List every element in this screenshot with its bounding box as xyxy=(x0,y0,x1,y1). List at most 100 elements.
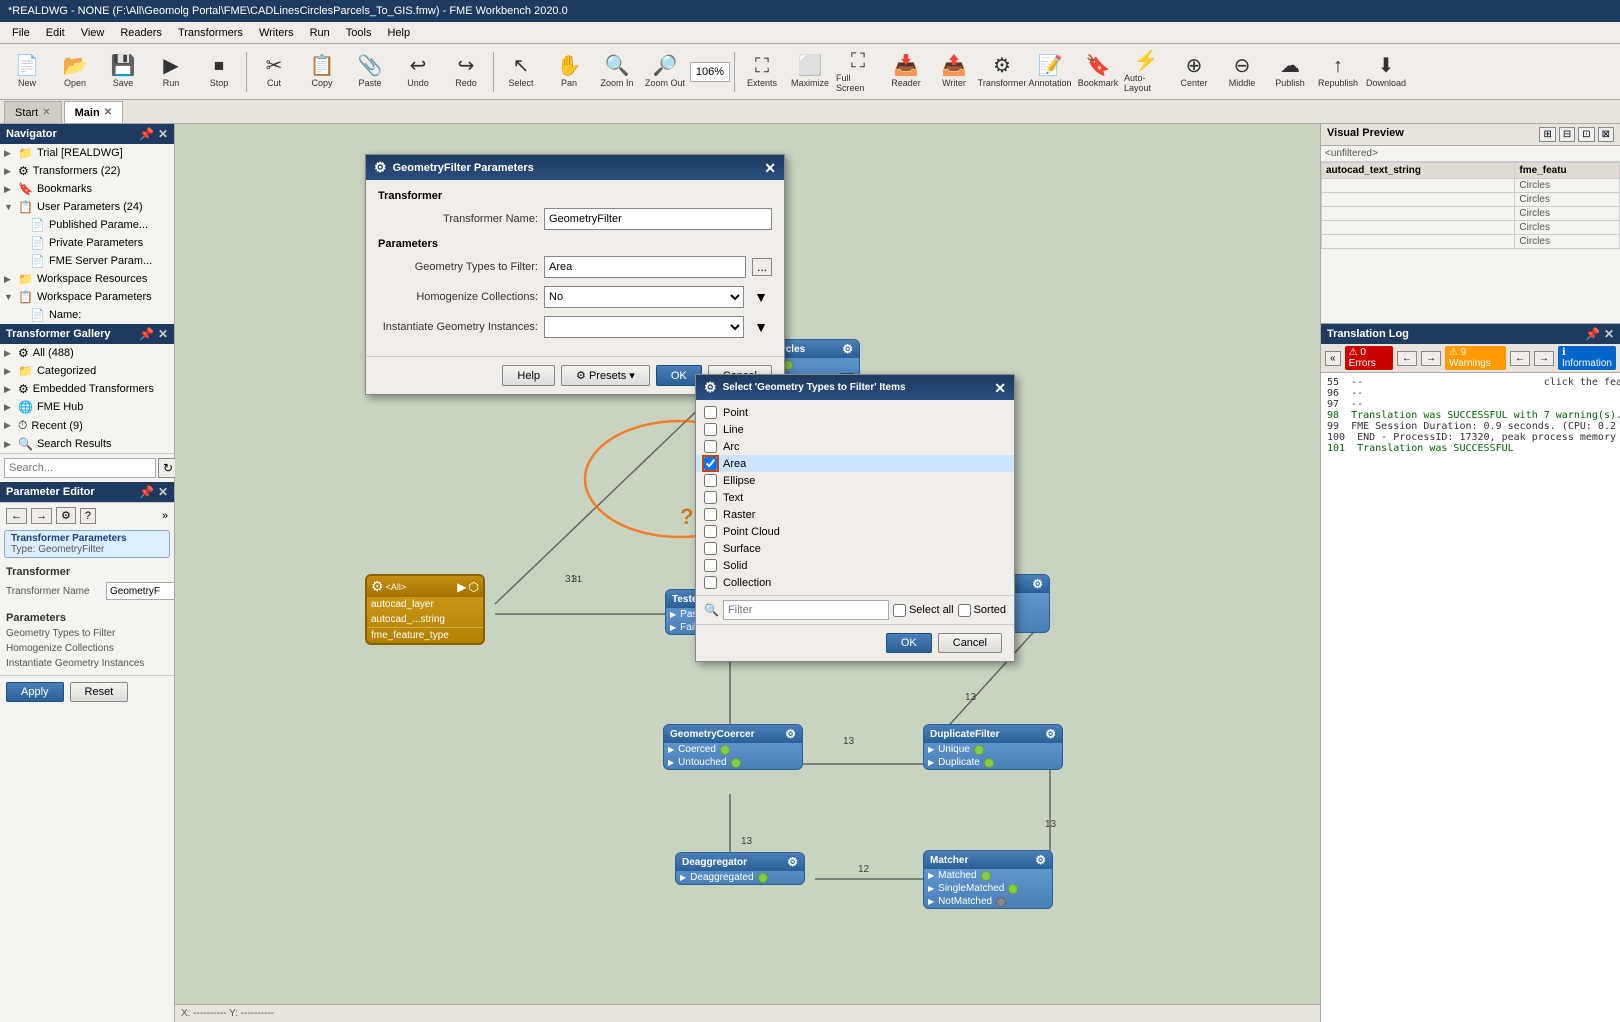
transformer-search-input[interactable] xyxy=(4,458,156,478)
checkbox-point[interactable]: Point xyxy=(696,404,1014,421)
cb-input-ellipse[interactable] xyxy=(704,474,717,487)
vp-btn4[interactable]: ⊠ xyxy=(1598,127,1614,142)
log-collapse[interactable]: « xyxy=(1325,351,1341,366)
tg-item-all488[interactable]: ▶⚙All (488) xyxy=(0,344,174,362)
pe-help-btn[interactable]: ? xyxy=(80,508,96,524)
tab-main[interactable]: Main✕ xyxy=(64,101,123,123)
menu-item-view[interactable]: View xyxy=(73,25,113,41)
navigator-pin[interactable]: 📌 xyxy=(139,127,154,141)
log-next-error[interactable]: → xyxy=(1421,351,1441,366)
pe-gear-btn[interactable]: ⚙ xyxy=(56,507,76,524)
sg-filter-input[interactable] xyxy=(723,600,889,620)
nav-item-trialrealdwg[interactable]: ▶📁Trial [REALDWG] xyxy=(0,144,174,162)
toolbar-btn-republish[interactable]: ↑Republish xyxy=(1315,47,1361,97)
pe-expand-btn[interactable]: » xyxy=(162,510,168,522)
toolbar-btn-zoom-out[interactable]: 🔎Zoom Out xyxy=(642,47,688,97)
checkbox-area[interactable]: Area xyxy=(696,455,1014,472)
toolbar-btn-pan[interactable]: ✋Pan xyxy=(546,47,592,97)
sg-sorted-checkbox[interactable] xyxy=(958,604,971,617)
nav-item-transformers22[interactable]: ▶⚙Transformers (22) xyxy=(0,162,174,180)
gf-presets-btn[interactable]: ⚙ Presets ▾ xyxy=(561,365,650,386)
toolbar-btn-transformer[interactable]: ⚙Transformer xyxy=(979,47,1025,97)
checkbox-surface[interactable]: Surface xyxy=(696,540,1014,557)
nav-item-userparameters24[interactable]: ▼📋User Parameters (24) xyxy=(0,198,174,216)
toolbar-btn-extents[interactable]: ⛶Extents xyxy=(739,47,785,97)
menu-item-readers[interactable]: Readers xyxy=(112,25,170,41)
toolbar-btn-save[interactable]: 💾Save xyxy=(100,47,146,97)
log-prev-warn[interactable]: ← xyxy=(1510,351,1530,366)
toolbar-btn-stop[interactable]: ⏹Stop xyxy=(196,47,242,97)
log-prev-error[interactable]: ← xyxy=(1397,351,1417,366)
geometry-coercer-node[interactable]: GeometryCoercer ⚙ ▶ Coerced ▶ Untouched xyxy=(663,724,803,770)
nav-item-workspaceresources[interactable]: ▶📁Workspace Resources xyxy=(0,270,174,288)
matcher-node[interactable]: Matcher ⚙ ▶ Matched ▶ SingleMatched ▶ No… xyxy=(923,850,1053,909)
gf-instantiate-dropdown[interactable]: ▼ xyxy=(750,319,772,335)
tg-item-fmehub[interactable]: ▶🌐FME Hub xyxy=(0,398,174,416)
cb-input-surface[interactable] xyxy=(704,542,717,555)
toolbar-btn-new[interactable]: 📄New xyxy=(4,47,50,97)
zoom-input[interactable] xyxy=(690,62,730,82)
source-node[interactable]: ⚙ <All> ▶ ⬡ autocad_layer autocad_...str… xyxy=(365,574,485,645)
checkbox-ellipse[interactable]: Ellipse xyxy=(696,472,1014,489)
cb-input-raster[interactable] xyxy=(704,508,717,521)
gf-homogenize-select[interactable]: No Yes xyxy=(544,286,744,308)
cb-input-collection[interactable] xyxy=(704,576,717,589)
menu-item-edit[interactable]: Edit xyxy=(38,25,73,41)
cb-input-area[interactable] xyxy=(704,457,717,470)
gf-help-btn[interactable]: Help xyxy=(502,365,555,386)
cb-input-line[interactable] xyxy=(704,423,717,436)
nav-item-workspaceparameters[interactable]: ▼📋Workspace Parameters xyxy=(0,288,174,306)
apply-button[interactable]: Apply xyxy=(6,682,64,702)
toolbar-btn-autolayout[interactable]: ⚡Auto-Layout xyxy=(1123,47,1169,97)
tg-item-recent9[interactable]: ▶⏱Recent (9) xyxy=(0,416,174,435)
transformer-name-field[interactable] xyxy=(106,582,174,600)
toolbar-btn-annotation[interactable]: 📝Annotation xyxy=(1027,47,1073,97)
vp-btn2[interactable]: ⊟ xyxy=(1559,127,1575,142)
checkbox-solid[interactable]: Solid xyxy=(696,557,1014,574)
tg-close[interactable]: ✕ xyxy=(158,327,168,341)
log-next-warn[interactable]: → xyxy=(1534,351,1554,366)
pe-pin[interactable]: 📌 xyxy=(139,485,154,499)
toolbar-btn-select[interactable]: ↖Select xyxy=(498,47,544,97)
toolbar-btn-zoom-in[interactable]: 🔍Zoom In xyxy=(594,47,640,97)
menu-item-tools[interactable]: Tools xyxy=(338,25,380,41)
toolbar-btn-maximize[interactable]: ⬜Maximize xyxy=(787,47,833,97)
gf-homogenize-dropdown[interactable]: ▼ xyxy=(750,289,772,305)
checkbox-line[interactable]: Line xyxy=(696,421,1014,438)
tab-close-start[interactable]: ✕ xyxy=(42,107,50,118)
gf-name-input[interactable] xyxy=(544,208,772,230)
toolbar-btn-center[interactable]: ⊕Center xyxy=(1171,47,1217,97)
checkbox-raster[interactable]: Raster xyxy=(696,506,1014,523)
cb-input-text[interactable] xyxy=(704,491,717,504)
nav-item-fmeserverparam[interactable]: 📄FME Server Param... xyxy=(0,252,174,270)
vp-btn1[interactable]: ⊞ xyxy=(1539,127,1555,142)
cb-input-point cloud[interactable] xyxy=(704,525,717,538)
cb-input-arc[interactable] xyxy=(704,440,717,453)
toolbar-btn-fullscreen[interactable]: ⛶Full Screen xyxy=(835,47,881,97)
log-pin[interactable]: 📌 xyxy=(1585,327,1600,341)
toolbar-btn-undo[interactable]: ↩Undo xyxy=(395,47,441,97)
tg-item-embeddedtransformers[interactable]: ▶⚙Embedded Transformers xyxy=(0,380,174,398)
checkbox-text[interactable]: Text xyxy=(696,489,1014,506)
vp-btn3[interactable]: ⊡ xyxy=(1578,127,1594,142)
gf-geometry-input[interactable] xyxy=(544,256,746,278)
deaggregator-node[interactable]: Deaggregator ⚙ ▶ Deaggregated xyxy=(675,852,805,885)
toolbar-btn-bookmark[interactable]: 🔖Bookmark xyxy=(1075,47,1121,97)
navigator-close[interactable]: ✕ xyxy=(158,127,168,141)
log-close[interactable]: ✕ xyxy=(1604,327,1614,341)
canvas-area[interactable]: 31 14 13 13 13 13 12 13 ⚙ <All> ▶ ⬡ auto… xyxy=(175,124,1320,1022)
toolbar-btn-redo[interactable]: ↪Redo xyxy=(443,47,489,97)
tab-close-main[interactable]: ✕ xyxy=(104,107,112,118)
cb-input-solid[interactable] xyxy=(704,559,717,572)
toolbar-btn-reader[interactable]: 📥Reader xyxy=(883,47,929,97)
reset-button[interactable]: Reset xyxy=(70,682,129,702)
tg-item-searchresults[interactable]: ▶🔍Search Results xyxy=(0,435,174,453)
menu-item-file[interactable]: File xyxy=(4,25,38,41)
nav-item-bookmarks[interactable]: ▶🔖Bookmarks xyxy=(0,180,174,198)
sg-ok-btn[interactable]: OK xyxy=(886,633,932,653)
menu-item-transformers[interactable]: Transformers xyxy=(170,25,251,41)
gf-instantiate-select[interactable] xyxy=(544,316,744,338)
toolbar-btn-run[interactable]: ▶Run xyxy=(148,47,194,97)
toolbar-btn-download[interactable]: ⬇Download xyxy=(1363,47,1409,97)
pe-forward-btn[interactable]: → xyxy=(31,508,52,524)
